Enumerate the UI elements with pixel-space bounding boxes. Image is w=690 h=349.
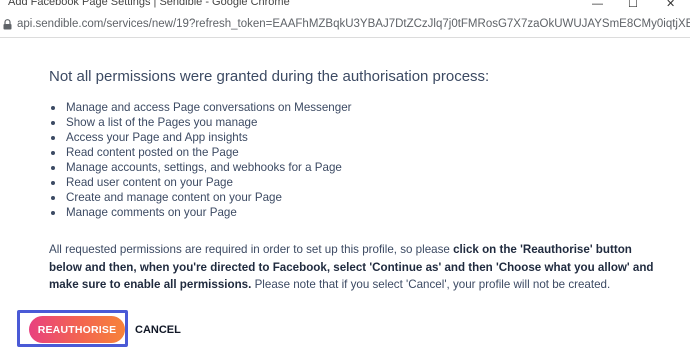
address-bar[interactable]: api.sendible.com/services/new/19?refresh…	[0, 12, 690, 38]
permission-item: Access your Page and App insights	[48, 130, 352, 145]
instructions-part-1: All requested permissions are required i…	[49, 243, 454, 256]
permission-item: Create and manage content on your Page	[48, 190, 352, 205]
window-titlebar: Add Facebook Page Settings | Sendible - …	[0, 0, 690, 12]
maximize-button[interactable]: ☐	[628, 0, 638, 11]
permission-item: Manage and access Page conversations on …	[48, 100, 352, 115]
permission-item: Read user content on your Page	[48, 175, 352, 190]
dialog-heading: Not all permissions were granted during …	[49, 68, 490, 85]
permissions-list: Manage and access Page conversations on …	[48, 100, 352, 220]
permission-item: Read content posted on the Page	[48, 145, 352, 160]
minimize-button[interactable]: —	[592, 0, 603, 11]
reauthorise-button[interactable]: REAUTHORISE	[29, 316, 125, 343]
lock-icon	[3, 19, 12, 30]
close-window-button[interactable]: ✕	[666, 0, 675, 11]
url-text[interactable]: api.sendible.com/services/new/19?refresh…	[17, 18, 690, 30]
permission-item: Show a list of the Pages you manage	[48, 115, 352, 130]
window-title: Add Facebook Page Settings | Sendible - …	[8, 0, 290, 8]
permission-item: Manage accounts, settings, and webhooks …	[48, 160, 352, 175]
instructions-text: All requested permissions are required i…	[49, 241, 659, 294]
instructions-part-2: Please note that if you select 'Cancel',…	[251, 278, 611, 291]
permission-item: Manage comments on your Page	[48, 205, 352, 220]
permissions-dialog: Not all permissions were granted during …	[0, 38, 690, 349]
cancel-button[interactable]: CANCEL	[133, 319, 183, 341]
